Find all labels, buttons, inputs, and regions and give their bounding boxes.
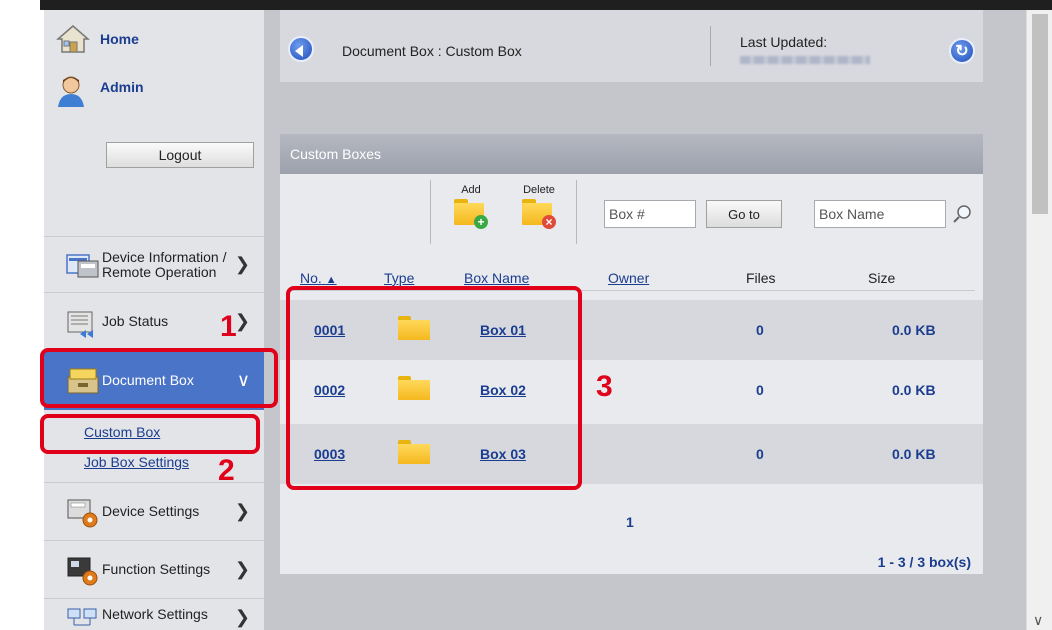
page-title: Document Box : Custom Box — [342, 43, 522, 59]
column-header-owner[interactable]: Owner — [608, 270, 649, 286]
chevron-right-icon: ❯ — [234, 501, 250, 521]
go-to-button[interactable]: Go to — [706, 200, 782, 228]
device-settings-icon — [66, 496, 100, 528]
callout-number-3: 3 — [596, 370, 613, 403]
chevron-right-icon: ❯ — [234, 607, 250, 627]
sidebar-item-device-settings[interactable]: Device Settings ❯ — [44, 482, 264, 540]
toolbar-divider — [576, 180, 577, 244]
refresh-icon[interactable]: ↻ — [949, 38, 975, 64]
last-updated-value-blurred — [740, 56, 870, 64]
callout-number-1: 1 — [220, 310, 237, 343]
home-link[interactable]: Home — [56, 24, 139, 54]
sidebar-item-label: Device Settings — [102, 503, 200, 519]
home-label: Home — [100, 31, 139, 47]
highlight-box-list — [286, 286, 582, 490]
magnifier-icon[interactable] — [952, 204, 972, 224]
column-header-box-name[interactable]: Box Name — [464, 270, 529, 286]
delete-box-button[interactable]: Delete × — [522, 184, 556, 229]
add-label: Add — [461, 184, 481, 196]
files-value: 0 — [756, 382, 764, 398]
top-bar — [40, 0, 1052, 10]
panel-title: Custom Boxes — [280, 134, 983, 174]
scrollbar-thumb[interactable] — [1032, 14, 1048, 214]
sidebar-item-device-information[interactable]: Device Information / Remote Operation ❯ — [44, 236, 264, 292]
sidebar-item-network-settings[interactable]: Network Settings ❯ — [44, 598, 264, 630]
add-box-button[interactable]: Add + — [454, 184, 488, 229]
scroll-down-icon[interactable]: ∨ — [1033, 612, 1043, 629]
toolbar: Add + Delete × Box # Go to Box Name — [280, 174, 983, 291]
files-value: 0 — [756, 446, 764, 462]
column-header-type[interactable]: Type — [384, 270, 414, 286]
device-info-icon — [66, 249, 100, 281]
box-number-input[interactable]: Box # — [604, 200, 696, 228]
size-value: 0.0 KB — [892, 382, 936, 398]
folder-delete-icon: × — [522, 199, 556, 229]
column-header-no[interactable]: No. ▲ — [300, 270, 337, 286]
column-header-size: Size — [868, 270, 896, 286]
sidebar-item-label: Device Information / Remote Operation — [102, 248, 227, 280]
folder-add-icon: + — [454, 199, 488, 229]
toolbar-divider — [430, 180, 431, 244]
sidebar-item-label: Job Status — [102, 313, 169, 329]
chevron-right-icon: ❯ — [234, 559, 250, 579]
files-value: 0 — [756, 322, 764, 338]
network-settings-icon — [66, 607, 100, 630]
sidebar-subitem-job-box-settings[interactable]: Job Box Settings — [84, 454, 189, 470]
header-divider — [710, 26, 711, 66]
last-updated-label: Last Updated: — [740, 34, 828, 50]
callout-number-2: 2 — [218, 454, 235, 487]
user-info: Admin — [56, 74, 144, 108]
size-value: 0.0 KB — [892, 322, 936, 338]
back-arrow-icon[interactable] — [288, 36, 314, 62]
box-count-summary: 1 - 3 / 3 box(s) — [877, 554, 971, 570]
page-header: Document Box : Custom Box Last Updated: … — [280, 10, 983, 82]
admin-user-icon — [58, 76, 84, 107]
user-label: Admin — [100, 79, 144, 95]
vertical-scrollbar[interactable]: ∨ — [1026, 10, 1052, 630]
logout-button[interactable]: Logout — [106, 142, 254, 168]
highlight-custom-box — [40, 414, 260, 454]
chevron-right-icon: ❯ — [234, 254, 250, 274]
column-header-files: Files — [746, 270, 776, 286]
sort-ascending-icon: ▲ — [325, 274, 337, 286]
delete-label: Delete — [523, 184, 555, 196]
job-status-icon — [66, 306, 100, 338]
chevron-right-icon: ❯ — [234, 311, 250, 331]
function-settings-icon — [66, 554, 100, 586]
highlight-document-box — [40, 348, 278, 408]
sidebar-item-label: Network Settings — [102, 606, 208, 622]
sidebar-item-function-settings[interactable]: Function Settings ❯ — [44, 540, 264, 598]
size-value: 0.0 KB — [892, 446, 936, 462]
page-number: 1 — [626, 514, 634, 530]
box-name-input[interactable]: Box Name — [814, 200, 946, 228]
home-icon — [56, 25, 90, 53]
sidebar-item-label: Function Settings — [102, 561, 211, 577]
